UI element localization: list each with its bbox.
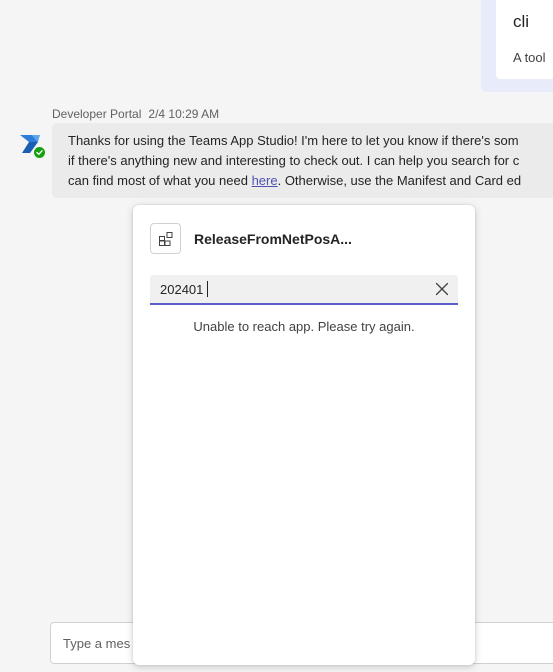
message-text: can find most of what you need (68, 173, 252, 188)
text-caret (207, 281, 208, 297)
clear-search-icon[interactable] (434, 281, 450, 297)
error-message: Unable to reach app. Please try again. (193, 319, 415, 334)
message-timestamp: 2/4 10:29 AM (148, 107, 220, 121)
message-text: . Otherwise, use the Manifest and Card e… (277, 173, 522, 188)
search-field[interactable] (150, 275, 458, 305)
previous-card-title: cli (513, 12, 530, 31)
previous-card-description: A tool (513, 50, 546, 65)
message-header: Developer Portal 2/4 10:29 AM (52, 107, 219, 121)
message-body: Thanks for using the Teams App Studio! I… (68, 131, 553, 191)
message-line: Thanks for using the Teams App Studio! I… (68, 133, 519, 148)
compose-placeholder: Type a mes (63, 636, 131, 651)
presence-available-icon (33, 146, 46, 159)
app-grid-icon (150, 223, 181, 254)
message-line: can find most of what you need here. Oth… (68, 171, 553, 191)
message-line: if there's anything new and interesting … (68, 153, 520, 168)
here-link[interactable]: here (252, 173, 278, 188)
chat-view: cli A tool Developer Portal 2/4 10:29 AM … (0, 0, 553, 672)
search-input[interactable] (160, 280, 420, 298)
sender-name[interactable]: Developer Portal (52, 107, 141, 121)
app-name: ReleaseFromNetPosA... (194, 231, 352, 247)
messaging-extension-popup: ReleaseFromNetPosA... Unable to reach ap… (133, 205, 475, 665)
